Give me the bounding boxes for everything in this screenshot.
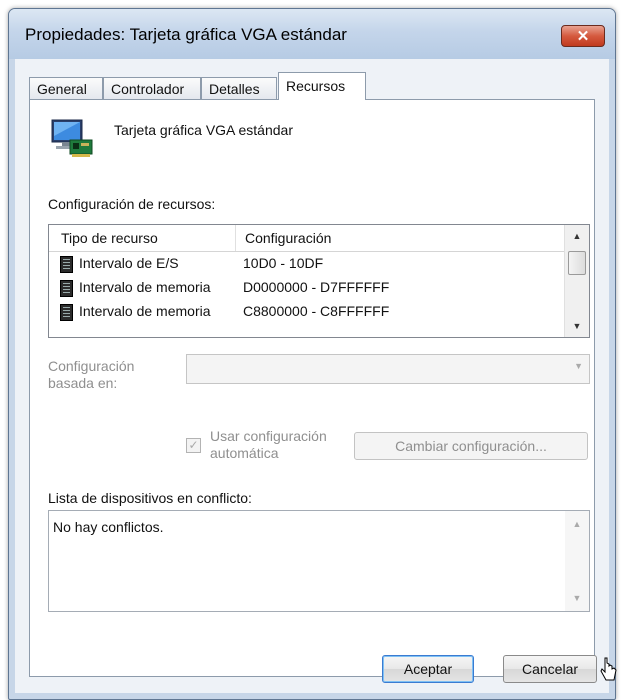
- device-name: Tarjeta gráfica VGA estándar: [114, 122, 293, 138]
- chevron-down-icon: ▼: [574, 361, 583, 371]
- scroll-down-arrow-icon[interactable]: ▼: [565, 317, 589, 335]
- cancel-button[interactable]: Cancelar: [503, 655, 597, 683]
- close-button[interactable]: ✕: [561, 25, 605, 47]
- resources-scrollbar[interactable]: ▲ ▼: [564, 225, 589, 337]
- based-on-label-line2: basada en:: [48, 375, 118, 391]
- column-divider[interactable]: [235, 225, 236, 251]
- title-bar[interactable]: Propiedades: Tarjeta gráfica VGA estánda…: [9, 9, 615, 59]
- conflicts-text: No hay conflictos.: [53, 519, 164, 535]
- resource-row[interactable]: Intervalo de memoria D0000000 - D7FFFFFF: [49, 277, 565, 299]
- auto-config-label[interactable]: Usar configuración automática: [210, 428, 327, 462]
- tab-label: Recursos: [286, 78, 346, 94]
- scroll-up-arrow-icon[interactable]: ▲: [565, 227, 589, 245]
- change-settings-button[interactable]: Cambiar configuración...: [354, 432, 588, 460]
- resource-type: Intervalo de memoria: [79, 303, 211, 319]
- memory-chip-icon: [60, 304, 73, 321]
- cancel-label: Cancelar: [521, 661, 579, 677]
- resources-label: Configuración de recursos:: [48, 196, 216, 212]
- display-adapter-icon: [51, 119, 93, 157]
- tab-label: Detalles: [209, 81, 260, 97]
- close-icon: ✕: [576, 28, 590, 45]
- resource-type: Intervalo de E/S: [79, 255, 179, 271]
- tab-controlador[interactable]: Controlador: [103, 77, 201, 99]
- properties-dialog: Propiedades: Tarjeta gráfica VGA estánda…: [8, 8, 616, 700]
- dialog-client-area: General Controlador Detalles Recursos Ta…: [15, 59, 609, 693]
- auto-config-label-line1: Usar configuración: [210, 428, 327, 444]
- conflicts-list[interactable]: No hay conflictos. ▲ ▼: [48, 510, 590, 612]
- resource-config: C8800000 - C8FFFFFF: [243, 303, 390, 319]
- window-title: Propiedades: Tarjeta gráfica VGA estánda…: [25, 25, 347, 44]
- resources-list[interactable]: Tipo de recurso Configuración Intervalo …: [48, 224, 590, 338]
- memory-chip-icon: [60, 256, 73, 273]
- resource-type: Intervalo de memoria: [79, 279, 211, 295]
- based-on-label-line1: Configuración: [48, 358, 135, 374]
- tab-label: General: [37, 81, 87, 97]
- based-on-label: Configuración basada en:: [48, 358, 134, 392]
- recursos-panel: Tarjeta gráfica VGA estándar Configuraci…: [29, 99, 595, 677]
- resource-row[interactable]: Intervalo de memoria C8800000 - C8FFFFFF: [49, 301, 565, 323]
- resource-config: D0000000 - D7FFFFFF: [243, 279, 390, 295]
- scroll-thumb[interactable]: [568, 251, 586, 275]
- checkmark-icon: ✓: [188, 438, 199, 452]
- change-settings-label: Cambiar configuración...: [395, 438, 547, 454]
- auto-config-label-line2: automática: [210, 445, 279, 461]
- resources-list-header: Tipo de recurso Configuración: [49, 225, 565, 252]
- accept-label: Aceptar: [403, 661, 453, 677]
- tab-recursos[interactable]: Recursos: [278, 72, 366, 100]
- column-header-type[interactable]: Tipo de recurso: [61, 230, 158, 246]
- memory-chip-icon: [60, 280, 73, 297]
- scroll-up-arrow-icon[interactable]: ▲: [565, 515, 589, 533]
- scroll-down-arrow-icon[interactable]: ▼: [565, 589, 589, 607]
- tab-general[interactable]: General: [29, 77, 103, 99]
- conflicts-label: Lista de dispositivos en conflicto:: [48, 490, 252, 506]
- accept-button[interactable]: Aceptar: [382, 655, 474, 683]
- based-on-select[interactable]: ▼: [186, 354, 590, 384]
- auto-config-checkbox[interactable]: ✓: [186, 438, 201, 453]
- conflicts-scrollbar[interactable]: ▲ ▼: [565, 511, 589, 611]
- mouse-pointer-icon: [600, 657, 617, 681]
- column-header-config[interactable]: Configuración: [245, 230, 331, 246]
- tab-detalles[interactable]: Detalles: [201, 77, 277, 99]
- resource-row[interactable]: Intervalo de E/S 10D0 - 10DF: [49, 253, 565, 275]
- resource-config: 10D0 - 10DF: [243, 255, 324, 271]
- tab-label: Controlador: [111, 81, 185, 97]
